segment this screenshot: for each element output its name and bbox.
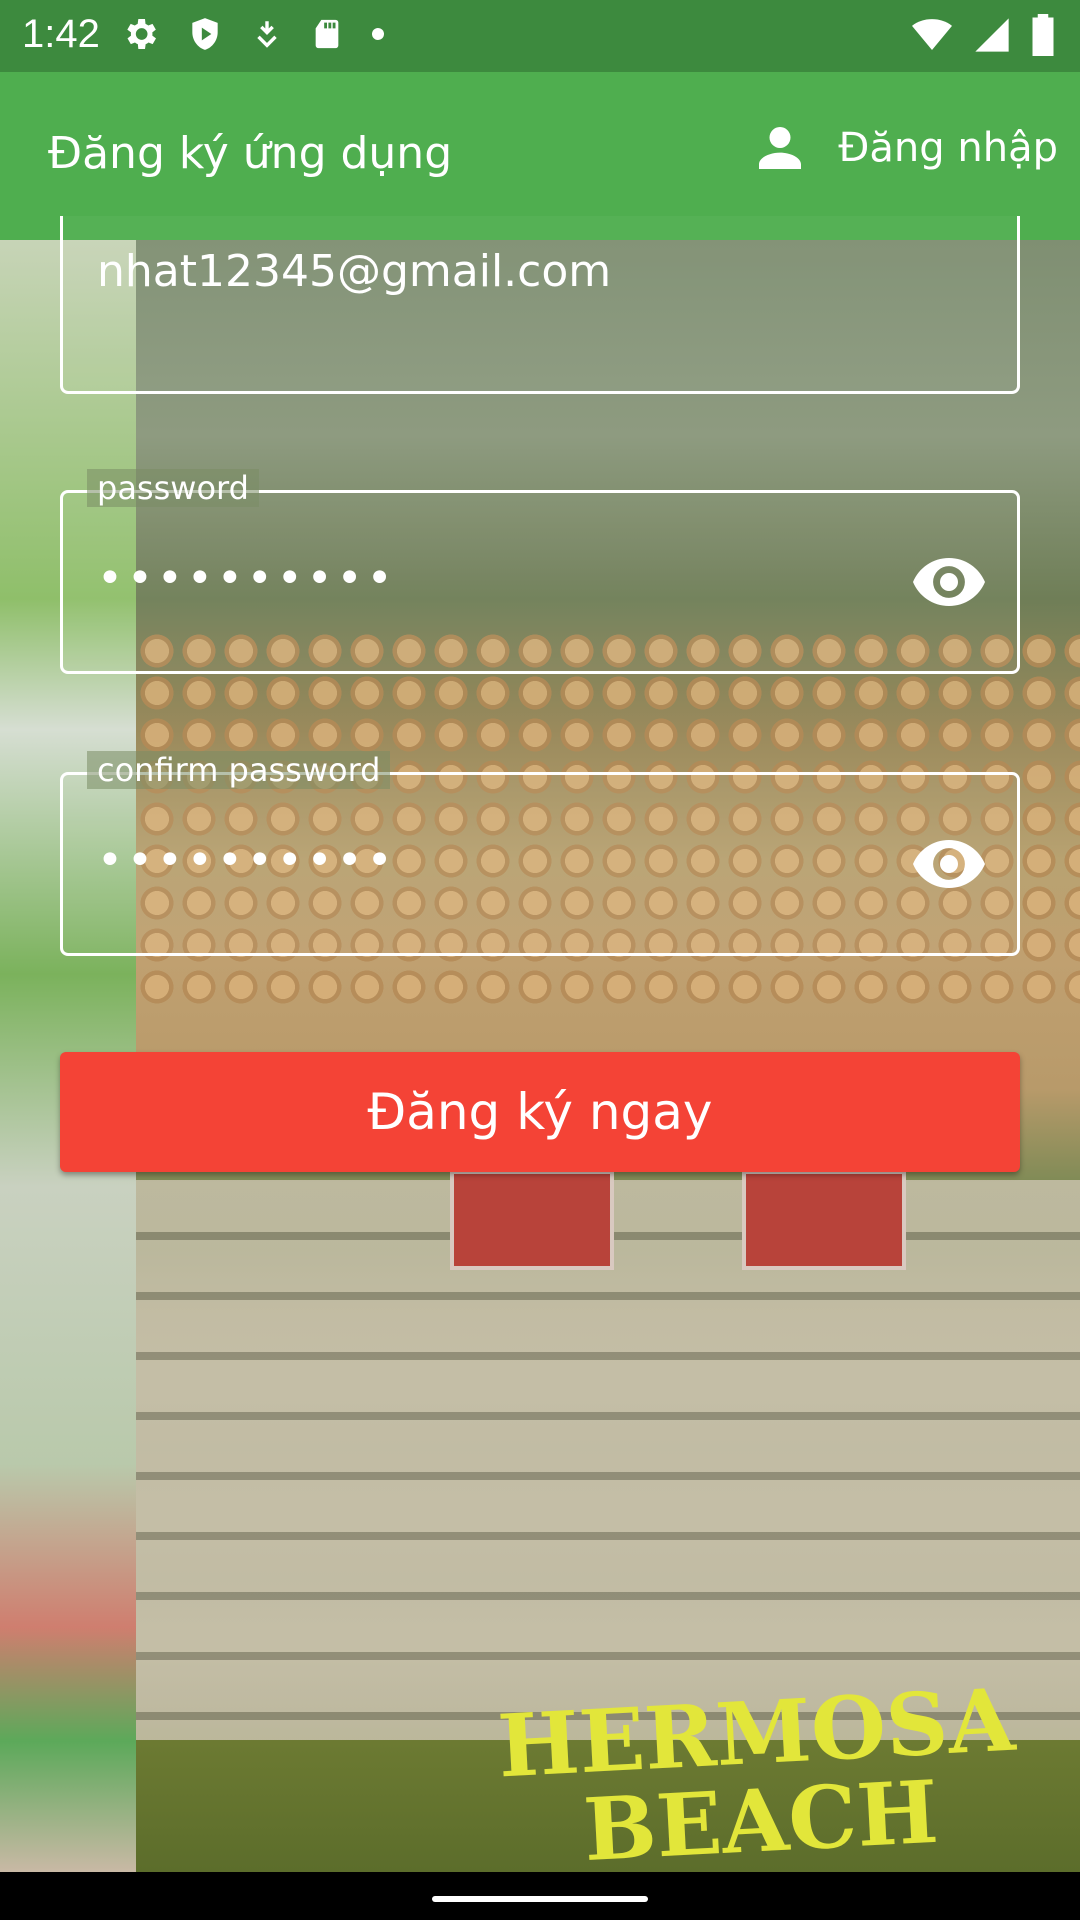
status-bar: 1:42 [0,0,1080,72]
sd-card-icon [315,19,339,49]
gear-icon [127,19,156,49]
eye-icon[interactable] [913,554,985,610]
confirm-password-label: confirm password [87,751,391,789]
status-time: 1:42 [22,12,100,56]
password-label: password [87,469,259,507]
confirm-password-field[interactable]: confirm password •••••••••• [60,751,1020,956]
status-system-icons [910,14,1056,56]
email-field[interactable]: nhat12345@gmail.com [60,216,1020,394]
login-button[interactable]: Đăng nhập [752,120,1058,176]
price-sign [742,1170,906,1270]
battery-icon [1032,14,1054,56]
dot-icon [372,28,384,40]
eye-icon[interactable] [913,836,985,892]
navigation-bar [0,1872,1080,1920]
home-gesture-handle[interactable] [432,1896,648,1902]
app-bar: Đăng ký ứng dụng Đăng nhập [0,72,1080,240]
status-notification-icons [120,14,386,54]
confirm-password-value: •••••••••• [97,835,397,886]
price-sign [450,1170,614,1270]
person-icon [759,127,802,169]
register-button[interactable]: Đăng ký ngay [60,1052,1020,1172]
signal-icon [975,18,1009,52]
floor-mat-text: HERMOSA BEACH [495,1670,1022,1872]
login-label: Đăng nhập [838,125,1058,171]
download-arrow-icon [257,21,277,48]
password-field[interactable]: password •••••••••• [60,469,1020,674]
email-value: nhat12345@gmail.com [97,246,612,297]
password-value: •••••••••• [97,553,397,604]
wifi-icon [912,19,952,50]
play-shield-icon [192,18,218,50]
page-title: Đăng ký ứng dụng [48,128,453,179]
